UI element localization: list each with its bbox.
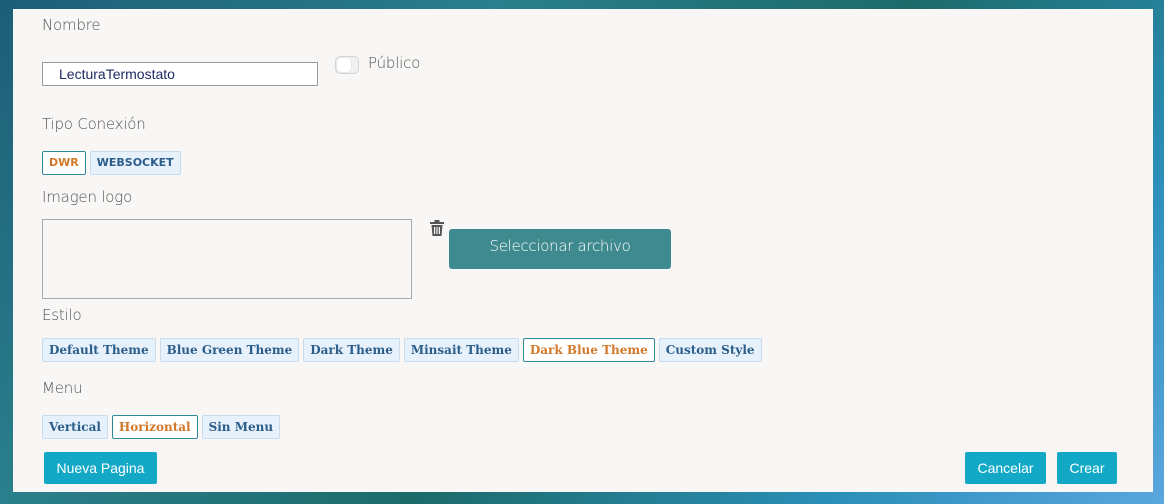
chip-dark-theme[interactable]: Dark Theme [303,338,400,362]
nueva-pagina-button[interactable]: Nueva Pagina [44,452,157,484]
publico-toggle[interactable] [335,56,359,74]
crear-button[interactable]: Crear [1057,452,1117,484]
chip-sin-menu[interactable]: Sin Menu [201,415,281,439]
dashboard-form-panel: Nombre LecturaTermostato Público Tipo Co… [13,9,1153,492]
toggle-knob [337,58,351,72]
chip-default-theme[interactable]: Default Theme [42,338,156,362]
publico-label: Público [368,54,421,72]
chip-horizontal[interactable]: Horizontal [111,415,198,439]
menu-options: Vertical Horizontal Sin Menu [42,415,281,439]
nombre-input[interactable]: LecturaTermostato [42,62,318,86]
cancelar-button[interactable]: Cancelar [965,452,1046,484]
chip-websocket[interactable]: WEBSOCKET [89,151,181,175]
trash-icon[interactable] [430,220,444,236]
chip-blue-green-theme[interactable]: Blue Green Theme [159,338,300,362]
tipo-conexion-options: DWR WEBSOCKET [42,151,181,175]
chip-dwr[interactable]: DWR [42,151,86,175]
chip-custom-style[interactable]: Custom Style [658,338,762,362]
select-file-button[interactable]: Seleccionar archivo [449,229,671,269]
estilo-label: Estilo [42,306,82,324]
menu-label: Menu [42,379,83,397]
chip-minsait-theme[interactable]: Minsait Theme [403,338,519,362]
imagen-logo-label: Imagen logo [42,188,133,206]
chip-vertical[interactable]: Vertical [42,415,108,439]
tipo-conexion-label: Tipo Conexión [42,115,146,133]
logo-preview [42,219,412,299]
nombre-label: Nombre [42,16,101,34]
chip-dark-blue-theme[interactable]: Dark Blue Theme [522,338,655,362]
estilo-options: Default Theme Blue Green Theme Dark Them… [42,338,762,362]
